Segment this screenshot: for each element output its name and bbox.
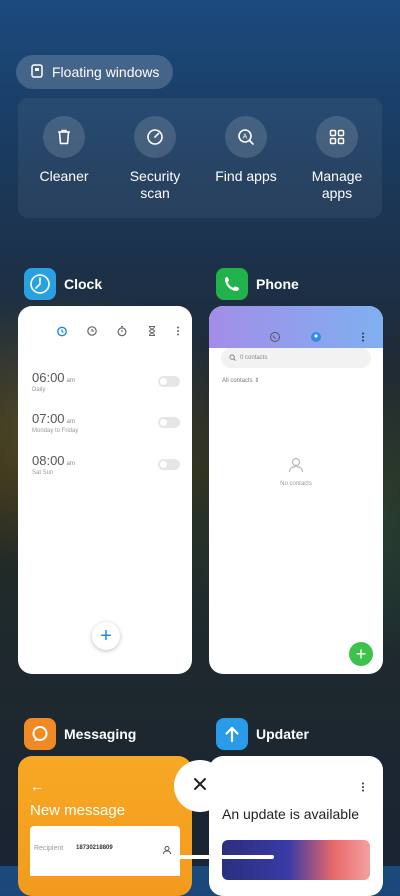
find-apps-button[interactable]: A Find apps: [200, 116, 292, 185]
clock-app-name: Clock: [64, 276, 103, 292]
timer-tab-icon[interactable]: [146, 324, 158, 342]
alarm-repeat: Monday to Friday: [32, 428, 79, 434]
alarm-item[interactable]: 07:00 am Monday to Friday: [32, 411, 78, 434]
phone-app-header[interactable]: Phone: [216, 268, 299, 300]
contacts-search-input[interactable]: 0 contacts: [221, 348, 371, 368]
phone-header-bar: [209, 306, 383, 348]
recipient-label: Recipient: [34, 845, 64, 852]
updater-app-icon: [216, 718, 248, 750]
updater-app-card[interactable]: An update is available: [209, 756, 383, 896]
updater-app-name: Updater: [256, 726, 309, 742]
contacts-filter-dropdown[interactable]: All contacts ⇕: [222, 377, 259, 384]
phone-app-card[interactable]: 0 contacts All contacts ⇕ No contacts +: [209, 306, 383, 674]
floating-windows-button[interactable]: Floating windows: [16, 55, 174, 89]
updater-app-header[interactable]: Updater: [216, 718, 309, 750]
search-placeholder: 0 contacts: [240, 355, 268, 361]
alarm-time: 08:00: [32, 453, 65, 468]
manage-apps-button[interactable]: Manage apps: [291, 116, 383, 202]
chevron-up-down-icon: ⇕: [254, 378, 260, 384]
svg-text:A: A: [243, 134, 248, 141]
close-icon: [192, 776, 208, 797]
update-message: An update is available: [222, 806, 359, 822]
alarm-item[interactable]: 08:00 am Sat Sun: [32, 453, 75, 476]
alarm-tab-icon[interactable]: [56, 324, 68, 342]
alarm-repeat: Daily: [32, 387, 46, 393]
phone-app-name: Phone: [256, 276, 299, 292]
alarm-ampm: am: [66, 378, 75, 384]
phone-app-icon: [216, 268, 248, 300]
call-log-tab-icon[interactable]: [269, 330, 281, 348]
more-options-icon[interactable]: [176, 324, 180, 342]
trash-icon: [43, 116, 85, 158]
empty-contacts-state: No contacts: [209, 456, 383, 487]
alarm-toggle[interactable]: [158, 417, 180, 428]
messaging-app-header[interactable]: Messaging: [24, 718, 136, 750]
quick-tools-panel: Cleaner Security scan A Find apps Manage…: [18, 98, 382, 218]
clock-tab-bar: [56, 324, 180, 342]
alarm-time: 06:00: [32, 370, 65, 385]
contacts-tab-icon[interactable]: [310, 330, 322, 348]
close-all-button[interactable]: [174, 760, 226, 812]
recipient-panel: Recipient 18730218809: [30, 826, 180, 876]
messaging-app-name: Messaging: [64, 726, 137, 742]
alarm-time: 07:00: [32, 411, 65, 426]
recipient-value[interactable]: 18730218809: [76, 845, 113, 851]
clock-app-card[interactable]: 06:00 am Daily 07:00 am Monday to Friday 0…: [18, 306, 192, 674]
more-options-icon[interactable]: [361, 780, 365, 798]
add-contact-button[interactable]: +: [349, 642, 373, 666]
search-app-icon: A: [225, 116, 267, 158]
security-scan-label: Security scan: [129, 168, 181, 201]
new-message-title: New message: [30, 802, 126, 819]
alarm-toggle[interactable]: [158, 459, 180, 470]
floating-window-icon: [30, 63, 44, 81]
messaging-app-card[interactable]: ← New message Recipient 18730218809: [18, 756, 192, 896]
manage-apps-label: Manage apps: [311, 168, 363, 201]
floating-windows-label: Floating windows: [52, 64, 160, 80]
update-banner-image: [222, 840, 370, 880]
more-options-icon[interactable]: [361, 330, 365, 348]
home-indicator[interactable]: [126, 855, 274, 859]
alarm-ampm: am: [66, 419, 75, 425]
clock-app-header[interactable]: Clock: [24, 268, 102, 300]
alarm-repeat: Sat Sun: [32, 470, 54, 476]
search-icon: [229, 353, 236, 363]
speedometer-icon: [134, 116, 176, 158]
no-contacts-label: No contacts: [280, 481, 312, 487]
cleaner-label: Cleaner: [39, 168, 89, 184]
cleaner-button[interactable]: Cleaner: [18, 116, 110, 185]
security-scan-button[interactable]: Security scan: [109, 116, 201, 202]
alarm-ampm: am: [66, 461, 75, 467]
contacts-filter-label: All contacts: [222, 378, 253, 384]
add-alarm-button[interactable]: +: [92, 622, 120, 650]
grid-icon: [316, 116, 358, 158]
clock-app-icon: [24, 268, 56, 300]
messaging-app-icon: [24, 718, 56, 750]
stopwatch-tab-icon[interactable]: [116, 324, 128, 342]
person-icon: [209, 456, 383, 479]
back-arrow-icon[interactable]: ←: [30, 778, 44, 794]
alarm-item[interactable]: 06:00 am Daily: [32, 370, 75, 393]
world-clock-tab-icon[interactable]: [86, 324, 98, 342]
find-apps-label: Find apps: [215, 168, 277, 184]
alarm-toggle[interactable]: [158, 376, 180, 387]
